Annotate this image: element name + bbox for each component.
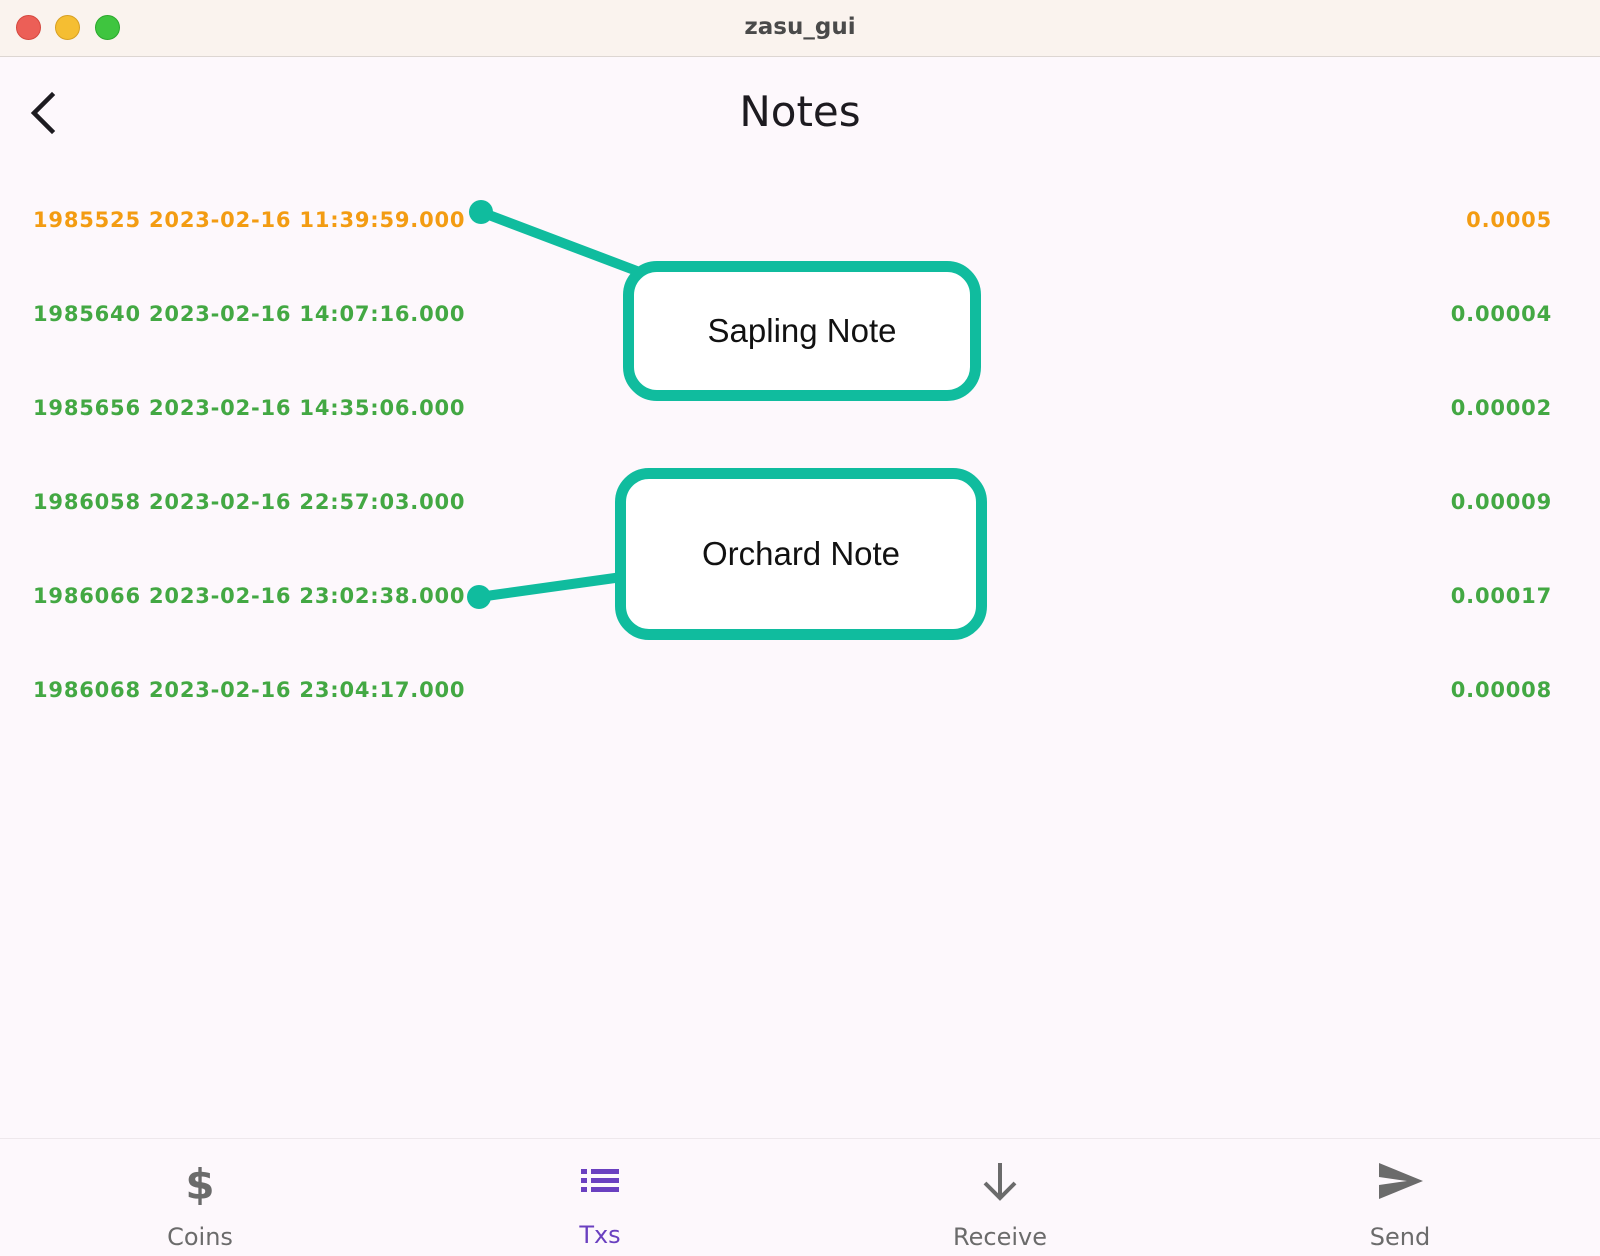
nav-txs-label: Txs (579, 1221, 621, 1249)
note-amount: 0.00002 (1450, 396, 1552, 420)
note-row[interactable]: 1985525 2023-02-16 11:39:59.000 0.0005 (0, 188, 1600, 248)
note-height-time: 1985640 2023-02-16 14:07:16.000 (33, 302, 466, 326)
note-height-time: 1985525 2023-02-16 11:39:59.000 (33, 208, 466, 232)
note-height-time: 1986058 2023-02-16 22:57:03.000 (33, 490, 466, 514)
note-amount: 0.00017 (1450, 584, 1552, 608)
note-amount: 0.00008 (1450, 678, 1552, 702)
nav-txs[interactable]: Txs (500, 1139, 700, 1256)
note-row[interactable]: 1986068 2023-02-16 23:04:17.000 0.00008 (0, 658, 1600, 718)
page-title: Notes (739, 87, 861, 136)
nav-send[interactable]: Send (1300, 1139, 1500, 1256)
nav-send-label: Send (1369, 1223, 1431, 1251)
dollar-icon: $ (185, 1160, 214, 1207)
window-titlebar: zasu_gui (0, 0, 1600, 57)
note-amount: 0.0005 (1466, 208, 1552, 232)
note-height-time: 1986066 2023-02-16 23:02:38.000 (33, 584, 466, 608)
nav-receive[interactable]: Receive (900, 1139, 1100, 1256)
sapling-note-callout: Sapling Note (623, 261, 981, 401)
svg-text:$: $ (185, 1160, 214, 1207)
nav-coins-label: Coins (167, 1223, 233, 1251)
note-amount: 0.00009 (1450, 490, 1552, 514)
note-height-time: 1986068 2023-02-16 23:04:17.000 (33, 678, 466, 702)
orchard-note-callout: Orchard Note (615, 468, 987, 640)
note-height-time: 1985656 2023-02-16 14:35:06.000 (33, 396, 466, 420)
bottom-nav: $ Coins Txs Receive Send (0, 1138, 1600, 1256)
app-bar: Notes (0, 57, 1600, 167)
list-icon (581, 1169, 619, 1192)
nav-coins[interactable]: $ Coins (100, 1139, 300, 1256)
note-amount: 0.00004 (1450, 302, 1552, 326)
arrow-down-icon (983, 1163, 1017, 1201)
window-title: zasu_gui (744, 14, 856, 40)
nav-receive-label: Receive (953, 1223, 1047, 1251)
send-icon (1379, 1163, 1423, 1199)
